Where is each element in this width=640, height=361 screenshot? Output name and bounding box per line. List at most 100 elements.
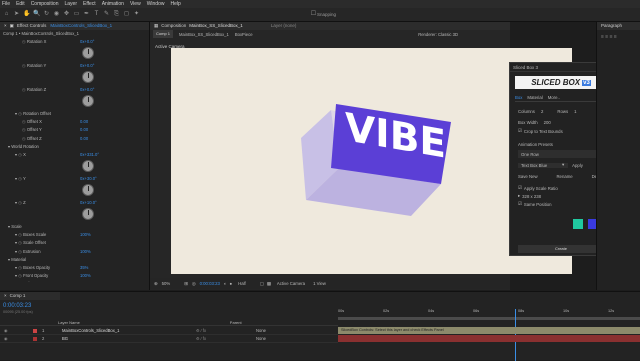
effect-prop-value[interactable]: 0x+10.0° [80, 199, 97, 207]
eraser-tool-icon[interactable]: ◻ [123, 11, 130, 18]
composition-tab-name[interactable]: MainBox_SS_SlicedBox_1 [189, 22, 243, 30]
tab-more[interactable]: More.. [548, 95, 560, 100]
zoom-dropdown[interactable]: 50% [162, 281, 171, 286]
composition-tab-label[interactable]: Composition [161, 22, 186, 30]
camera-view-dropdown[interactable]: Active Camera [277, 281, 305, 286]
effect-prop-value[interactable]: 100% [80, 231, 91, 239]
effect-prop-value[interactable]: 0x+30.0° [80, 175, 97, 183]
visibility-icon[interactable]: ◉ [4, 335, 8, 343]
color-icon[interactable]: ● [230, 281, 233, 286]
view-layout-dropdown[interactable]: 1 View [313, 281, 326, 286]
paragraph-tab[interactable]: Paragraph [597, 22, 640, 30]
magnify-icon[interactable]: ⊕ [154, 281, 158, 287]
lock-icon[interactable]: ▣ [10, 22, 14, 30]
rotation-dial[interactable] [82, 47, 94, 59]
columns-input[interactable]: 2 [541, 109, 543, 114]
rotation-dial[interactable] [82, 159, 94, 172]
snapping-checkbox-icon[interactable]: ☐ [310, 11, 317, 18]
hand-tool-icon[interactable]: ✋ [23, 11, 30, 18]
track-layer-2[interactable] [338, 335, 640, 342]
layer-name[interactable]: MainBoxControls_SlicedBox_1 [62, 327, 120, 335]
rectangle-tool-icon[interactable]: ▭ [73, 11, 80, 18]
effect-prop-value[interactable]: 0x+0.0° [80, 62, 94, 70]
effect-prop-value[interactable]: 0.00 [80, 126, 88, 134]
layer-color-label[interactable] [33, 329, 37, 333]
menu-item-file[interactable]: File [2, 0, 10, 8]
menu-item-animation[interactable]: Animation [102, 0, 124, 8]
rotation-dial[interactable] [82, 207, 94, 220]
effect-prop-value[interactable]: 0.00 [80, 118, 88, 126]
resolution-dropdown[interactable]: Half [238, 281, 246, 286]
brush-tool-icon[interactable]: ✎ [103, 11, 110, 18]
pen-tool-icon[interactable]: ✒ [83, 11, 90, 18]
layer-switches-icon[interactable]: ⚙ ⁄ fx [196, 327, 206, 335]
rotation-dial[interactable] [82, 71, 94, 83]
rotate-tool-icon[interactable]: ↻ [43, 11, 50, 18]
chevron-right-icon[interactable]: ▸ [518, 193, 520, 199]
parent-dropdown[interactable]: None [256, 327, 266, 335]
create-button[interactable]: Create [518, 245, 604, 253]
type-tool-icon[interactable]: T [93, 11, 100, 18]
rows-input[interactable]: 1 [574, 109, 576, 114]
visibility-icon[interactable]: ◉ [4, 327, 8, 335]
layer-switches-icon[interactable]: ⚙ ⁄ fx [196, 335, 206, 343]
viewer-time[interactable]: 0:00:03:23 [200, 281, 220, 286]
work-area-bar[interactable] [338, 317, 640, 320]
effect-prop-value[interactable]: 0x+0.0° [80, 38, 94, 46]
crumb-boxpiece[interactable]: BoxPiece [235, 32, 253, 37]
rotation-dial[interactable] [82, 183, 94, 196]
menu-item-edit[interactable]: Edit [16, 0, 25, 8]
effect-prop-value[interactable]: 100% [80, 272, 91, 280]
effect-controls-tab[interactable]: × ▣ Effect Controls MainBoxControls_Slic… [0, 22, 149, 30]
close-icon[interactable]: × [4, 292, 7, 300]
box-width-input[interactable]: 200 [544, 120, 551, 125]
layer-color-label[interactable] [33, 337, 37, 341]
rotation-dial[interactable] [82, 95, 94, 107]
tab-material[interactable]: Material [527, 95, 542, 100]
timeline-tab[interactable]: × Comp 1 [0, 292, 60, 300]
crumb-comp1[interactable]: Comp 1 [153, 30, 174, 38]
rename-button[interactable]: Rename [556, 174, 572, 179]
tab-box[interactable]: Box [515, 95, 522, 100]
camera-tool-icon[interactable]: ◉ [53, 11, 60, 18]
menu-item-layer[interactable]: Layer [64, 0, 77, 8]
menu-item-effect[interactable]: Effect [83, 0, 96, 8]
puppet-tool-icon[interactable]: ✦ [133, 11, 140, 18]
timeline-layer-row[interactable]: ◉ 1 MainBoxControls_SlicedBox_1 ⚙ ⁄ fx None [0, 327, 338, 335]
same-position-checkbox[interactable]: ☑ [518, 201, 522, 207]
parent-dropdown[interactable]: None [256, 335, 266, 343]
timeline-layer-row[interactable]: ◉ 2 BG ⚙ ⁄ fx None [0, 335, 338, 343]
selection-tool-icon[interactable]: ➤ [13, 11, 20, 18]
color-swatch-teal[interactable] [573, 219, 583, 229]
grid-icon[interactable]: ⊞ [184, 281, 188, 287]
roi-icon[interactable]: ▢ [260, 281, 264, 287]
preset2-dropdown[interactable]: Text Box Blue [518, 162, 568, 168]
renderer-label[interactable]: Renderer: Classic 3D [418, 32, 458, 37]
menu-item-view[interactable]: View [130, 0, 141, 8]
effect-prop-value[interactable]: 0x+0.0° [80, 86, 94, 94]
snapshot-icon[interactable]: ◐ [224, 281, 227, 286]
effect-prop-value[interactable]: 0.00 [80, 135, 88, 143]
crumb-mainbox[interactable]: MainBox_SS_SlicedBox_1 [179, 32, 229, 37]
effect-prop-value[interactable]: 100% [80, 248, 91, 256]
menu-item-window[interactable]: Window [147, 0, 165, 8]
layer-name[interactable]: BG [62, 335, 68, 343]
transparency-icon[interactable]: ▩ [267, 281, 271, 287]
effect-prop-value[interactable]: 35% [80, 264, 88, 272]
effect-prop-value[interactable]: 0x+331.0° [80, 151, 99, 159]
pan-tool-icon[interactable]: ✥ [63, 11, 70, 18]
save-new-button[interactable]: Save New [518, 174, 538, 179]
preset1-dropdown[interactable]: One Row ▾ [518, 150, 604, 158]
track-layer-1[interactable]: SlicedBox Controls: Select this layer an… [338, 327, 640, 334]
camera-snapshot-icon[interactable]: ◎ [192, 281, 196, 287]
menu-item-help[interactable]: Help [170, 0, 180, 8]
layer-tab[interactable]: Layer (none) [271, 22, 297, 30]
home-icon[interactable]: ⌂ [3, 11, 10, 18]
close-icon[interactable]: × [4, 22, 7, 30]
timeline-timecode[interactable]: 0:00:03:23 [3, 303, 31, 309]
clone-tool-icon[interactable]: ⎘ [113, 11, 120, 18]
menu-item-composition[interactable]: Composition [31, 0, 59, 8]
crop-checkbox[interactable]: ☑ [518, 128, 522, 134]
zoom-tool-icon[interactable]: 🔍 [33, 11, 40, 18]
apply-ratio-checkbox[interactable]: ☑ [518, 185, 522, 191]
